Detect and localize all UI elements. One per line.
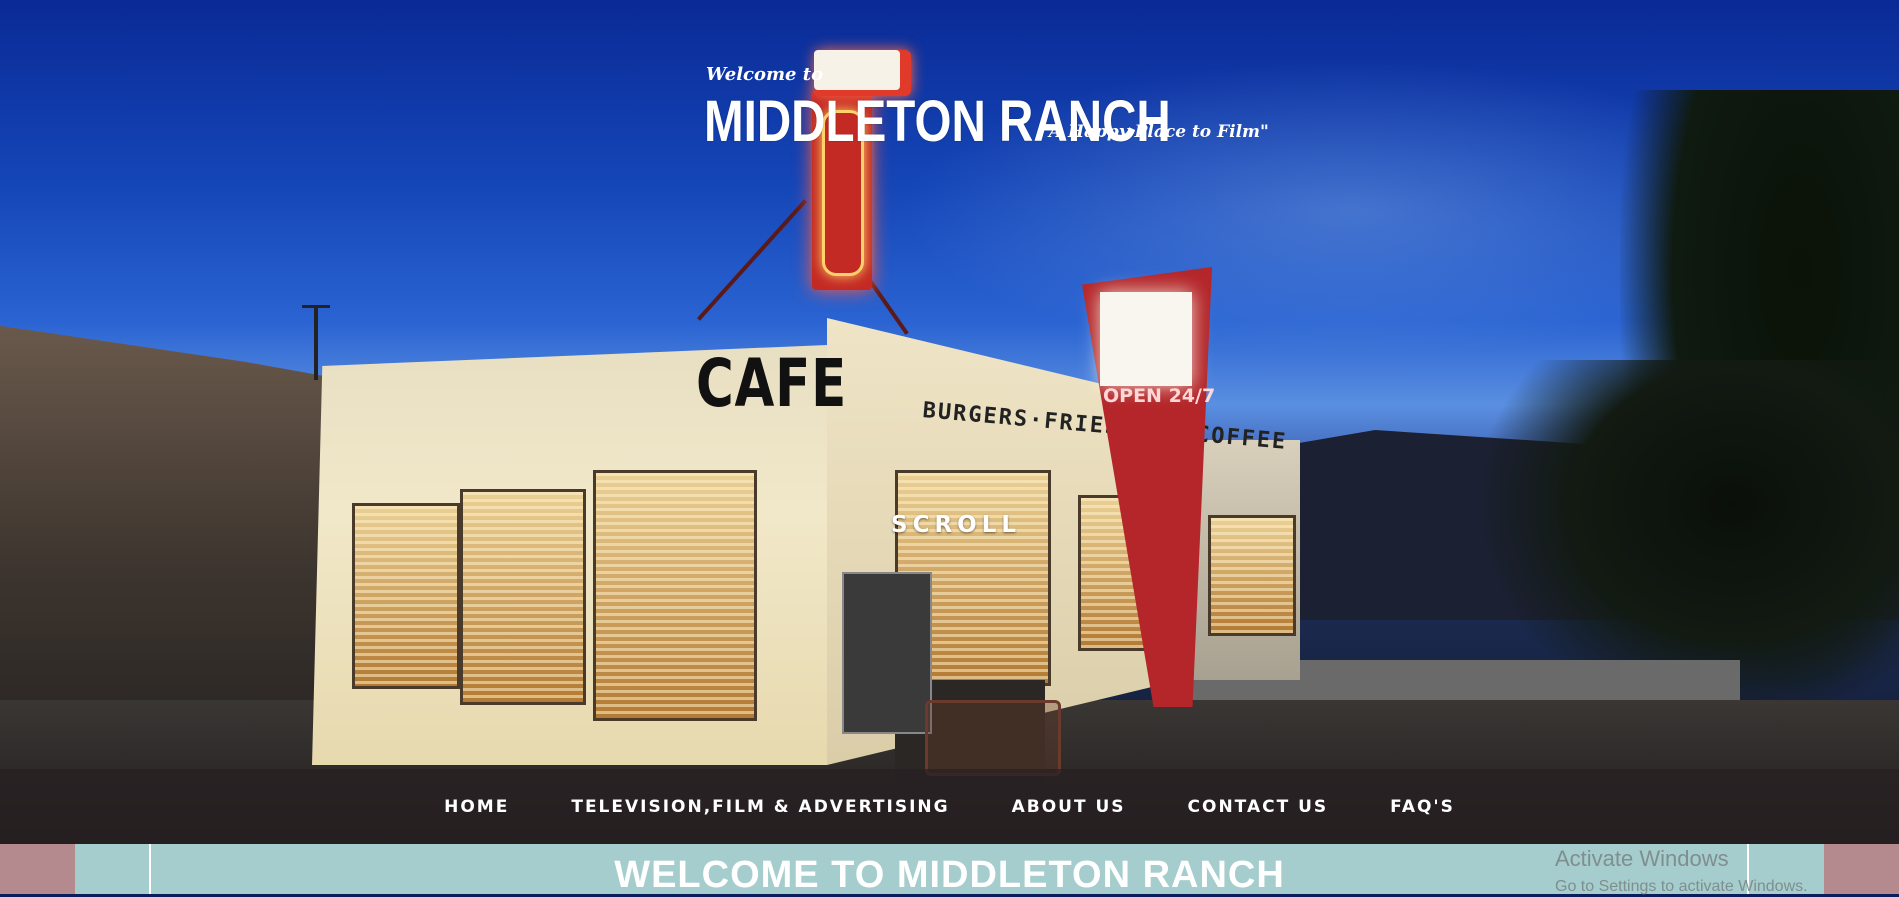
main-nav: HOME TELEVISION,FILM & ADVERTISING ABOUT…	[0, 769, 1899, 844]
nav-item-home[interactable]: HOME	[413, 797, 540, 817]
cafe-window	[460, 489, 586, 705]
logo-tagline: "A Happy Place to Film"	[1040, 122, 1269, 142]
cafe-window	[352, 503, 460, 689]
neon-sign-cap	[814, 50, 900, 90]
pylon-light-box	[1100, 292, 1192, 386]
cafe-window	[593, 470, 757, 721]
cafe-sign: CAFE	[696, 345, 848, 422]
utility-pole-crossbar	[302, 305, 330, 308]
bench	[925, 700, 1061, 776]
nav-item-contact-us[interactable]: CONTACT US	[1157, 797, 1360, 817]
scroll-button[interactable]: SCROLL	[891, 512, 1021, 538]
activate-windows-subtitle: Go to Settings to activate Windows.	[1555, 878, 1808, 895]
nav-item-faqs[interactable]: FAQ'S	[1359, 797, 1486, 817]
nav-items: HOME TELEVISION,FILM & ADVERTISING ABOUT…	[0, 769, 1899, 844]
utility-pole	[314, 305, 318, 380]
sign-strut	[696, 199, 808, 321]
cafe-window	[1208, 515, 1296, 636]
nav-item-about-us[interactable]: ABOUT US	[981, 797, 1157, 817]
pylon-sign-text: OPEN 24/7	[1103, 385, 1216, 407]
nav-item-television-film-advertising[interactable]: TELEVISION,FILM & ADVERTISING	[540, 797, 980, 817]
logo-welcome-text: Welcome to	[706, 64, 824, 85]
hero-image: CAFE BURGERS·FRIES·HOT COFFEE OPEN 24/7 …	[0, 0, 1899, 844]
activate-windows-title: Activate Windows	[1555, 846, 1729, 871]
payphone	[842, 572, 932, 734]
